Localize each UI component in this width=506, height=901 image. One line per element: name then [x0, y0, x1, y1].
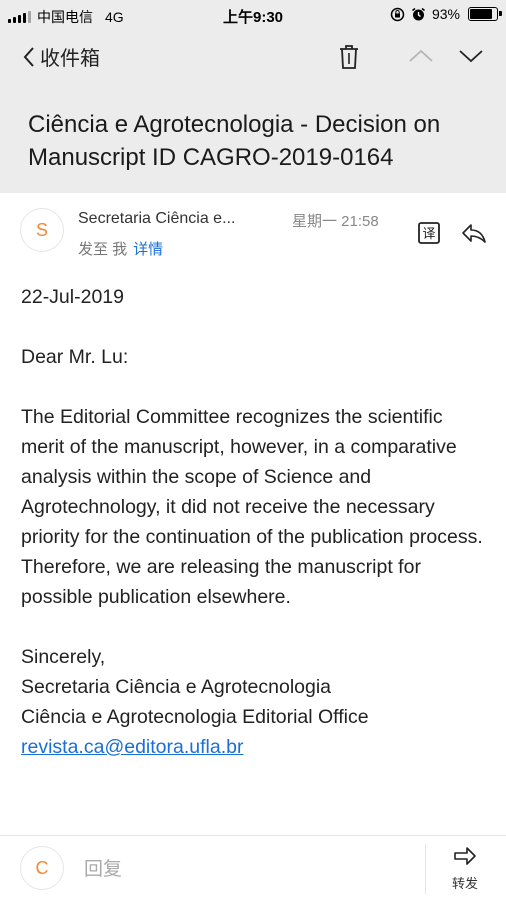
- orientation-lock-icon: [390, 7, 405, 21]
- signature-line: Ciência e Agrotecnologia Editorial Offic…: [21, 706, 369, 728]
- chevron-left-icon: [23, 46, 34, 67]
- email-closing: Sincerely,: [21, 646, 106, 668]
- reply-icon[interactable]: [461, 222, 487, 244]
- battery-percent: 93%: [431, 6, 460, 22]
- email-address-link[interactable]: revista.ca@editora.ufla.br: [21, 736, 243, 758]
- previous-email-icon[interactable]: [408, 48, 434, 64]
- svg-text:译: 译: [422, 227, 435, 242]
- email-header: 收件箱 Ciência e Agrotecnologia - Decision …: [0, 30, 506, 193]
- status-bar: 中国电信 4G 上午9:30 93%: [0, 0, 506, 30]
- trash-icon[interactable]: [338, 44, 360, 70]
- email-greeting: Dear Mr. Lu:: [21, 346, 129, 368]
- user-avatar: C: [20, 846, 64, 890]
- back-button[interactable]: 收件箱: [22, 42, 100, 71]
- translate-icon[interactable]: 译: [418, 222, 440, 244]
- forward-label: 转发: [451, 876, 478, 891]
- sender-row: S Secretaria Ciência e... 星期一 21:58 发至 我…: [0, 200, 506, 270]
- nav-bar: 收件箱: [0, 40, 506, 76]
- next-email-icon[interactable]: [458, 48, 484, 64]
- back-label: 收件箱: [40, 48, 100, 70]
- sender-name[interactable]: Secretaria Ciência e...: [78, 210, 235, 228]
- recipient-line: 发至 我详情: [78, 238, 163, 259]
- alarm-icon: [412, 7, 425, 20]
- details-link[interactable]: 详情: [133, 241, 163, 258]
- reply-input[interactable]: 回复: [84, 854, 122, 881]
- email-date: 22-Jul-2019: [21, 286, 124, 308]
- divider: [425, 844, 426, 894]
- forward-icon: [454, 847, 476, 865]
- email-time: 星期一 21:58: [292, 213, 379, 230]
- battery-icon: [468, 7, 502, 21]
- sender-avatar[interactable]: S: [20, 208, 64, 252]
- email-body: 22-Jul-2019 Dear Mr. Lu: The Editorial C…: [21, 282, 491, 762]
- email-paragraph: The Editorial Committee recognizes the s…: [21, 406, 483, 608]
- forward-button[interactable]: 转发: [440, 846, 490, 892]
- bottom-bar: C 回复 转发: [0, 835, 506, 901]
- signature-line: Secretaria Ciência e Agrotecnologia: [21, 676, 332, 698]
- email-subject: Ciência e Agrotecnologia - Decision on M…: [28, 111, 441, 171]
- recipient-label: 发至 我: [78, 241, 128, 258]
